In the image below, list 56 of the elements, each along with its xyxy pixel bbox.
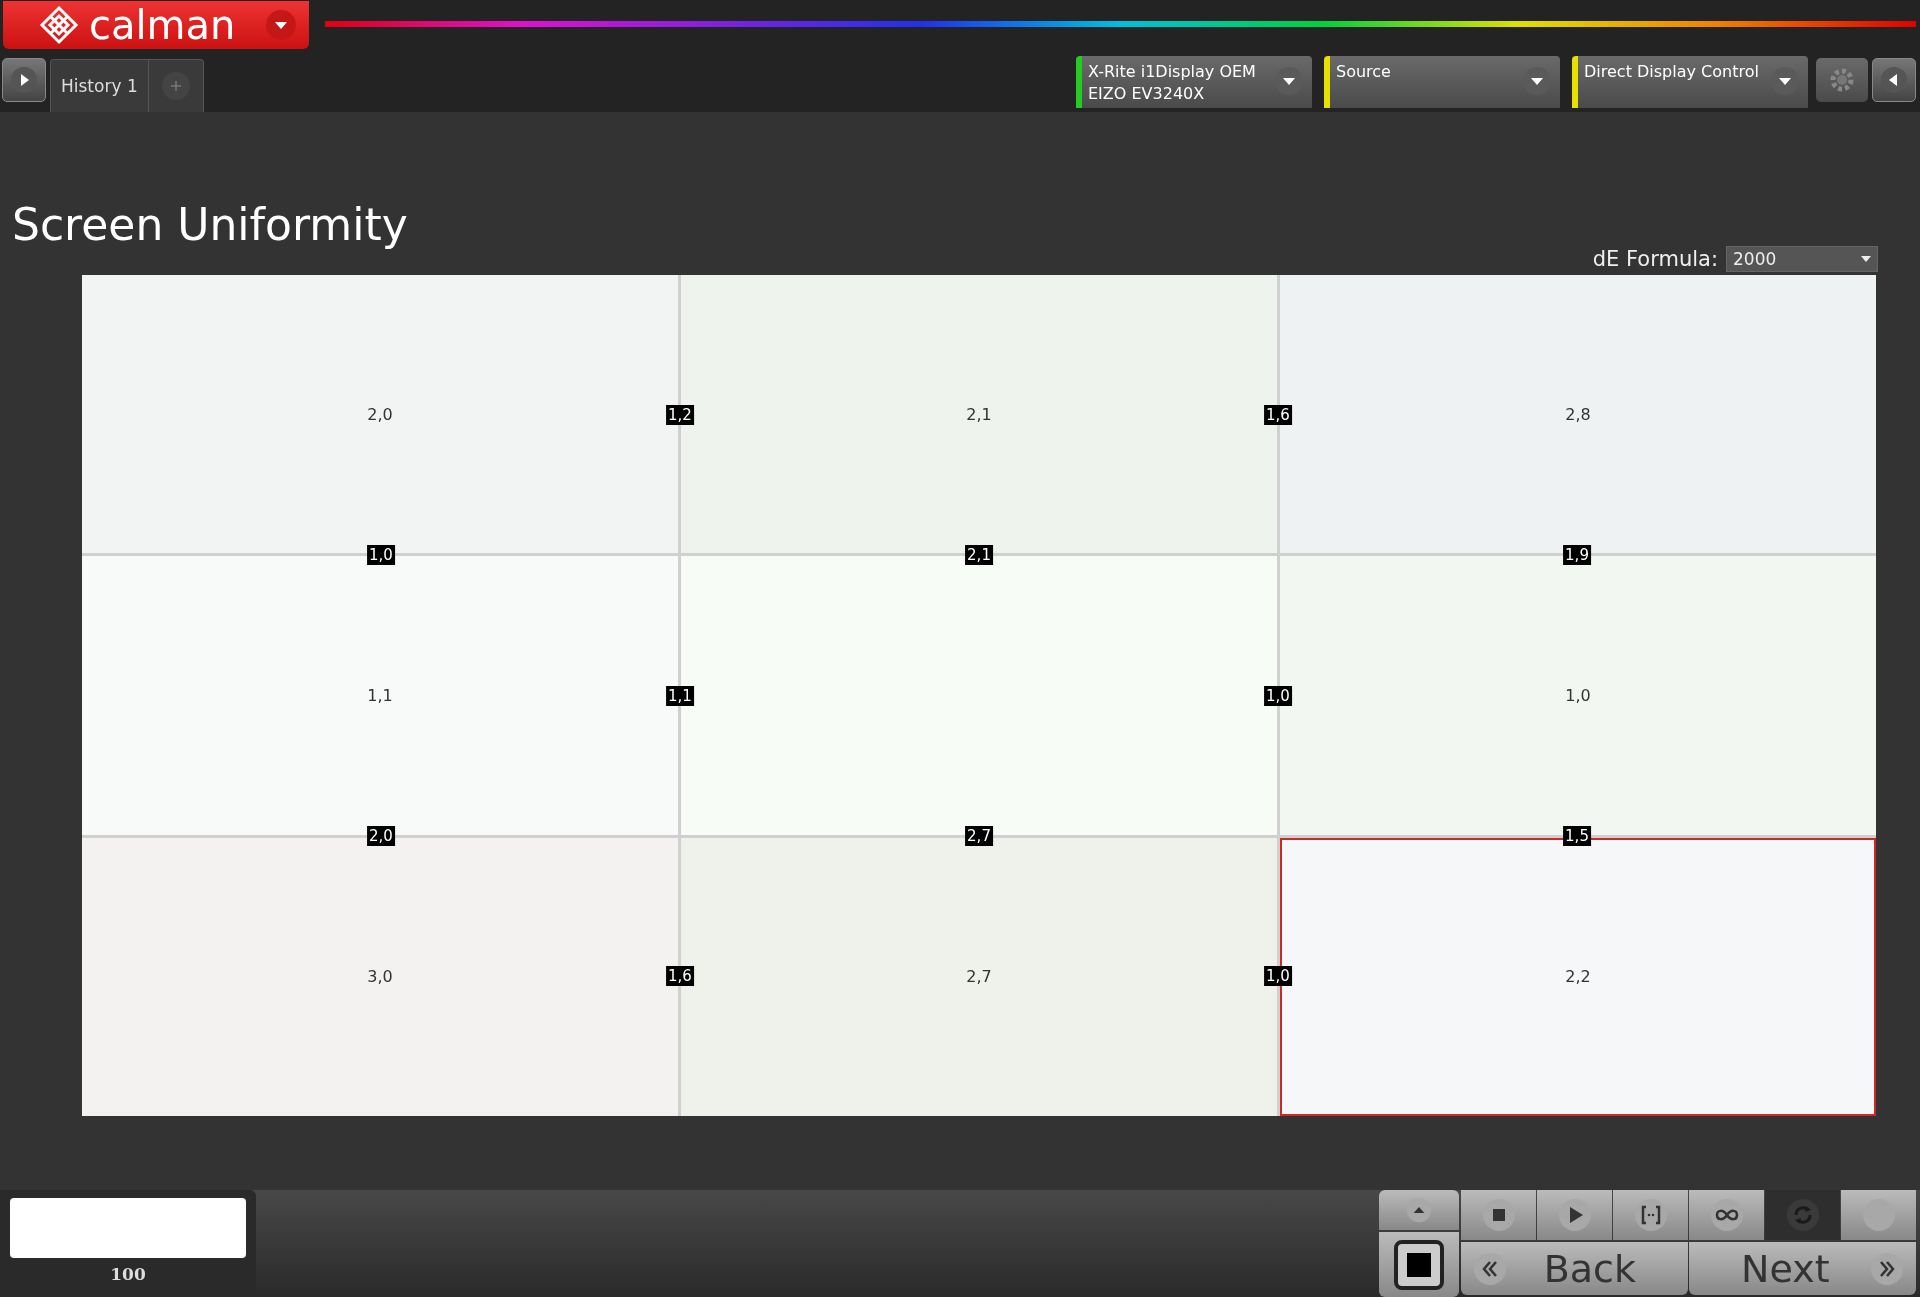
refresh-icon: [1785, 1198, 1820, 1232]
logo-text: calman: [89, 2, 236, 48]
device-dropdown[interactable]: Direct Display Control: [1572, 56, 1808, 108]
cell-value: 1,1: [367, 686, 393, 705]
delta-badge: 1,6: [666, 965, 694, 986]
bracket-icon: [1633, 1198, 1668, 1232]
infinity-icon: [1709, 1198, 1744, 1232]
swatch-label: 100: [110, 1264, 146, 1284]
delta-badge: 1,0: [1264, 965, 1292, 986]
cell-value: 2,2: [1565, 967, 1591, 987]
dropdown-text: Source: [1336, 61, 1391, 83]
delta-badge: 1,2: [666, 405, 694, 426]
expand-button[interactable]: [2, 58, 46, 102]
cell-value: 2,8: [1565, 404, 1591, 424]
cell-value: 2,0: [367, 404, 393, 424]
dropdown-text: EIZO EV3240X: [1088, 83, 1206, 105]
delta-badge: 2,7: [965, 825, 993, 846]
dropdown-text: Direct Display Control: [1584, 61, 1759, 83]
calman-logo[interactable]: calman: [3, 1, 309, 49]
next-button[interactable]: Next: [1689, 1242, 1916, 1295]
delta-badge: 1,0: [367, 545, 395, 566]
transport-button[interactable]: [1689, 1190, 1764, 1240]
double-right-icon: [1870, 1251, 1904, 1286]
cell-value: 3,0: [367, 967, 393, 987]
delta-badge: 2,1: [965, 545, 993, 566]
stop-icon: [1393, 1238, 1445, 1291]
caret-icon[interactable]: [265, 9, 297, 41]
stop-icon: [1481, 1198, 1516, 1232]
caret-icon: [1861, 256, 1871, 262]
transport-button[interactable]: [1537, 1190, 1612, 1240]
play-icon: [1557, 1198, 1592, 1232]
cell-value: 2,7: [966, 967, 992, 987]
collapse-button[interactable]: [1872, 58, 1916, 102]
cell-value: 2,1: [966, 404, 992, 424]
page-title: Screen Uniformity: [11, 198, 409, 250]
transport-button[interactable]: [1613, 1190, 1688, 1240]
delta-badge: 1,5: [1563, 825, 1591, 846]
transport-button[interactable]: [1461, 1190, 1536, 1240]
play-icon: [10, 66, 38, 94]
dropdown-text: X-Rite i1Display OEM: [1088, 61, 1256, 83]
stop-button[interactable]: [1379, 1232, 1459, 1297]
back-button[interactable]: Back: [1461, 1242, 1688, 1295]
formula-label: dE Formula:: [1592, 247, 1718, 271]
device-dropdown[interactable]: X-Rite i1Display OEM EIZO EV3240X: [1076, 56, 1312, 108]
delta-badge: 2,0: [367, 825, 395, 846]
double-left-icon: [1473, 1251, 1507, 1286]
diamond-logo-icon: [39, 5, 79, 45]
device-dropdown[interactable]: Source: [1324, 56, 1560, 108]
cell-value: 1,0: [1565, 686, 1591, 705]
delta-badge: 1,9: [1563, 545, 1591, 566]
delta-badge: 1,0: [1264, 685, 1292, 706]
formula-dropdown[interactable]: 2000: [1726, 246, 1878, 272]
blank-circle-icon: [1861, 1198, 1896, 1232]
history-tab[interactable]: History 1: [50, 59, 204, 112]
delta-badge: 1,6: [1264, 405, 1292, 426]
delta-badge: 1,1: [666, 685, 694, 706]
